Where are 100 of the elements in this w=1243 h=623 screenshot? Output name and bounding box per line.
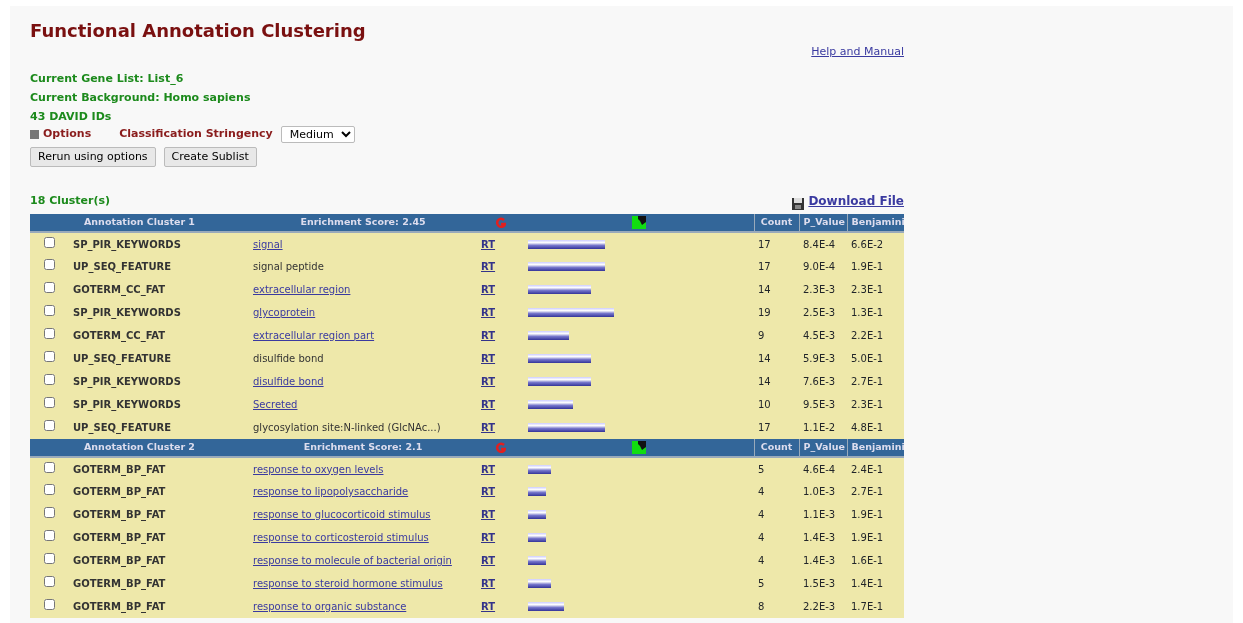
column-header: P_Value bbox=[803, 441, 845, 453]
benjamini-cell: 5.0E-1 bbox=[851, 353, 884, 364]
rt-link[interactable]: RT bbox=[481, 353, 496, 364]
rt-link[interactable]: RT bbox=[481, 578, 496, 589]
count-bar bbox=[528, 533, 546, 542]
rt-link[interactable]: RT bbox=[481, 238, 496, 250]
p-value-cell: 2.3E-3 bbox=[803, 284, 836, 295]
benjamini-cell: 1.9E-1 bbox=[851, 532, 884, 543]
p-value-cell: 9.5E-3 bbox=[803, 399, 836, 410]
info-text: 43 DAVID IDs bbox=[30, 108, 113, 125]
p-value-cell: 1.0E-3 bbox=[803, 486, 836, 497]
p-value-cell: 5.9E-3 bbox=[803, 353, 836, 364]
row-checkbox[interactable] bbox=[44, 282, 55, 293]
benjamini-cell: 6.6E-2 bbox=[851, 238, 884, 250]
rt-link[interactable]: RT bbox=[481, 261, 496, 272]
category-cell: GOTERM_BP_FAT bbox=[73, 532, 166, 543]
row-checkbox[interactable] bbox=[44, 553, 55, 564]
p-value-cell: 1.4E-3 bbox=[803, 555, 836, 566]
row-checkbox[interactable] bbox=[44, 599, 55, 610]
column-header: Count bbox=[760, 441, 793, 453]
term-link[interactable]: signal bbox=[253, 238, 283, 250]
rt-link[interactable]: RT bbox=[481, 422, 496, 433]
row-checkbox[interactable] bbox=[44, 420, 55, 431]
rt-link[interactable]: RT bbox=[481, 509, 496, 520]
count-bar bbox=[528, 285, 591, 294]
benjamini-cell: 2.4E-1 bbox=[851, 463, 884, 475]
benjamini-cell: 1.3E-1 bbox=[851, 307, 884, 318]
row-checkbox[interactable] bbox=[44, 484, 55, 495]
count-cell: 9 bbox=[758, 330, 765, 341]
p-value-cell: 4.6E-4 bbox=[803, 463, 836, 475]
p-value-cell: 7.6E-3 bbox=[803, 376, 836, 387]
p-value-cell: 2.5E-3 bbox=[803, 307, 836, 318]
rt-link[interactable]: RT bbox=[481, 376, 496, 387]
row-checkbox[interactable] bbox=[44, 530, 55, 541]
benjamini-cell: 1.4E-1 bbox=[851, 578, 884, 589]
rt-link[interactable]: RT bbox=[481, 601, 496, 612]
rt-link[interactable]: RT bbox=[481, 555, 496, 566]
info-text: Current Gene List: List_6 bbox=[30, 70, 185, 87]
category-cell: GOTERM_CC_FAT bbox=[73, 284, 166, 295]
count-cell: 14 bbox=[758, 376, 771, 387]
action-button[interactable]: Create Sublist bbox=[163, 146, 257, 167]
term-link[interactable]: glycoprotein bbox=[253, 307, 316, 318]
rt-link[interactable]: RT bbox=[481, 486, 496, 497]
term-link[interactable]: disulfide bond bbox=[253, 376, 324, 387]
count-cell: 8 bbox=[758, 601, 765, 612]
category-cell: UP_SEQ_FEATURE bbox=[73, 353, 172, 364]
benjamini-cell: 1.9E-1 bbox=[851, 261, 884, 272]
row-checkbox[interactable] bbox=[44, 259, 55, 270]
action-button[interactable]: Rerun using options bbox=[30, 146, 156, 167]
row-checkbox[interactable] bbox=[44, 351, 55, 362]
enrichment-score: Enrichment Score: 2.45 bbox=[300, 216, 426, 228]
rt-link[interactable]: RT bbox=[481, 284, 496, 295]
term-cell: disulfide bond bbox=[253, 353, 324, 364]
stringency-select[interactable]: Medium bbox=[280, 125, 355, 143]
count-bar bbox=[528, 377, 591, 386]
p-value-cell: 9.0E-4 bbox=[803, 261, 836, 272]
options-label: Options bbox=[43, 125, 92, 142]
count-cell: 19 bbox=[758, 307, 771, 318]
row-checkbox[interactable] bbox=[44, 374, 55, 385]
count-cell: 14 bbox=[758, 284, 771, 295]
count-cell: 17 bbox=[758, 261, 771, 272]
p-value-cell: 1.4E-3 bbox=[803, 532, 836, 543]
row-checkbox[interactable] bbox=[44, 461, 55, 473]
download-link[interactable]: Download File bbox=[808, 192, 904, 210]
p-value-cell: 8.4E-4 bbox=[803, 238, 836, 250]
row-checkbox[interactable] bbox=[44, 305, 55, 316]
column-header: Benjamini bbox=[851, 216, 905, 228]
help-link[interactable]: Help and Manual bbox=[811, 44, 904, 61]
benjamini-cell: 1.7E-1 bbox=[851, 601, 884, 612]
benjamini-cell: 1.6E-1 bbox=[851, 555, 884, 566]
page-title: Functional Annotation Clustering bbox=[30, 20, 366, 42]
rt-link[interactable]: RT bbox=[481, 463, 496, 475]
row-checkbox[interactable] bbox=[44, 397, 55, 408]
category-cell: SP_PIR_KEYWORDS bbox=[73, 376, 181, 387]
count-cell: 4 bbox=[758, 486, 765, 497]
row-checkbox[interactable] bbox=[44, 328, 55, 339]
rt-link[interactable]: RT bbox=[481, 307, 496, 318]
count-bar bbox=[528, 556, 546, 565]
enrichment-score: Enrichment Score: 2.1 bbox=[303, 441, 423, 453]
count-cell: 4 bbox=[758, 555, 765, 566]
row-checkbox[interactable] bbox=[44, 507, 55, 518]
heatmap-icon[interactable] bbox=[631, 441, 646, 455]
cluster-name: Annotation Cluster 2 bbox=[84, 441, 195, 453]
row-checkbox[interactable] bbox=[44, 236, 55, 248]
stringency-label: Classification Stringency bbox=[119, 125, 273, 142]
row-checkbox[interactable] bbox=[44, 576, 55, 587]
count-bar bbox=[528, 579, 551, 588]
heatmap-icon[interactable] bbox=[631, 216, 646, 230]
rt-link[interactable]: RT bbox=[481, 399, 496, 410]
benjamini-cell: 2.3E-1 bbox=[851, 399, 884, 410]
count-bar bbox=[528, 487, 546, 496]
benjamini-cell: 2.7E-1 bbox=[851, 486, 884, 497]
expand-icon[interactable] bbox=[30, 129, 39, 139]
term-link[interactable]: Secreted bbox=[253, 399, 298, 410]
count-bar bbox=[528, 464, 551, 474]
rt-link[interactable]: RT bbox=[481, 330, 496, 341]
rt-link[interactable]: RT bbox=[481, 532, 496, 543]
column-header: P_Value bbox=[803, 216, 845, 228]
count-bar bbox=[528, 400, 573, 409]
cluster-name: Annotation Cluster 1 bbox=[84, 216, 195, 228]
